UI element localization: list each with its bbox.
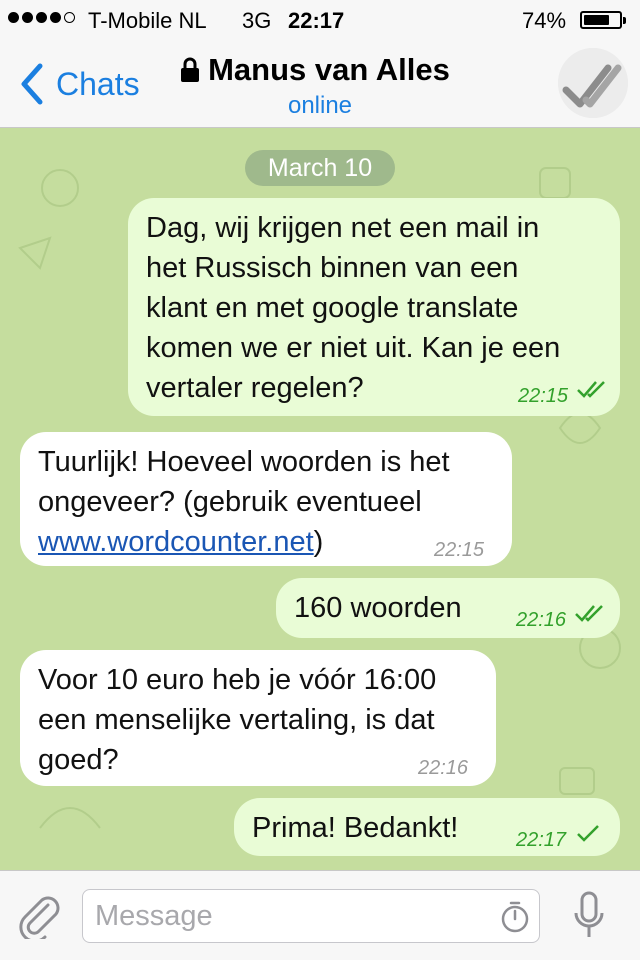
message-text: Dag, wij krijgen net een mail in xyxy=(146,212,540,244)
message-text: ) xyxy=(313,526,324,558)
chat-header[interactable]: Manus van Alles online xyxy=(0,52,640,120)
message-time: 22:16 xyxy=(516,609,567,631)
double-check-icon xyxy=(577,381,605,398)
message-text: klant en met google translate xyxy=(146,292,519,324)
chat-status: online xyxy=(287,92,353,119)
message-text: ongeveer? (gebruik eventueel xyxy=(38,486,422,518)
message-text: goed? xyxy=(38,744,119,776)
message-time: 22:15 xyxy=(434,539,485,561)
message-bubble-outgoing[interactable]: 160 woorden 22:16 xyxy=(276,578,620,638)
message-text: Tuurlijk! Hoeveel woorden is het xyxy=(38,446,450,478)
message-bubble-incoming[interactable]: Voor 10 euro heb je vóór 16:00 een mense… xyxy=(20,650,496,786)
check-icon xyxy=(577,825,599,842)
message-time: 22:16 xyxy=(418,757,469,779)
message-text: een menselijke vertaling, is dat xyxy=(38,704,435,736)
status-time: 22:17 xyxy=(288,8,345,33)
message-text: Voor 10 euro heb je vóór 16:00 xyxy=(38,664,437,696)
battery-icon xyxy=(580,11,626,29)
date-separator: March 10 xyxy=(245,150,395,186)
message-bubble-incoming[interactable]: Tuurlijk! Hoeveel woorden is het ongevee… xyxy=(20,432,512,566)
message-time: 22:17 xyxy=(516,829,567,851)
input-bar xyxy=(0,870,640,960)
signal-strength-icon xyxy=(8,12,75,23)
timer-icon[interactable] xyxy=(499,900,531,934)
message-bubble-outgoing[interactable]: Prima! Bedankt! 22:17 xyxy=(234,798,620,856)
message-bubble-outgoing[interactable]: Dag, wij krijgen net een mail in het Rus… xyxy=(128,198,620,416)
carrier-name: T-Mobile NL xyxy=(88,8,207,33)
navigation-bar: Chats Manus van Alles online xyxy=(0,40,640,128)
microphone-icon[interactable] xyxy=(572,891,606,941)
double-check-icon xyxy=(575,605,603,622)
message-text: het Russisch binnen van een xyxy=(146,252,519,284)
message-text: komen we er niet uit. Kan je een xyxy=(146,332,561,364)
message-time: 22:15 xyxy=(518,385,569,407)
double-check-icon xyxy=(558,48,628,118)
chat-area[interactable]: March 10 Dag, wij krijgen net een mail i… xyxy=(0,128,640,870)
chat-title: Manus van Alles xyxy=(208,52,450,87)
battery-percentage: 74% xyxy=(522,8,567,33)
message-input[interactable] xyxy=(93,890,487,942)
lock-icon xyxy=(181,57,200,82)
status-bar: T-Mobile NL 3G 22:17 74% xyxy=(0,0,640,40)
message-input-box[interactable] xyxy=(82,889,540,943)
message-link[interactable]: www.wordcounter.net xyxy=(38,526,314,558)
avatar[interactable] xyxy=(558,48,628,118)
network-type: 3G xyxy=(242,8,272,33)
paperclip-icon[interactable] xyxy=(18,893,62,939)
